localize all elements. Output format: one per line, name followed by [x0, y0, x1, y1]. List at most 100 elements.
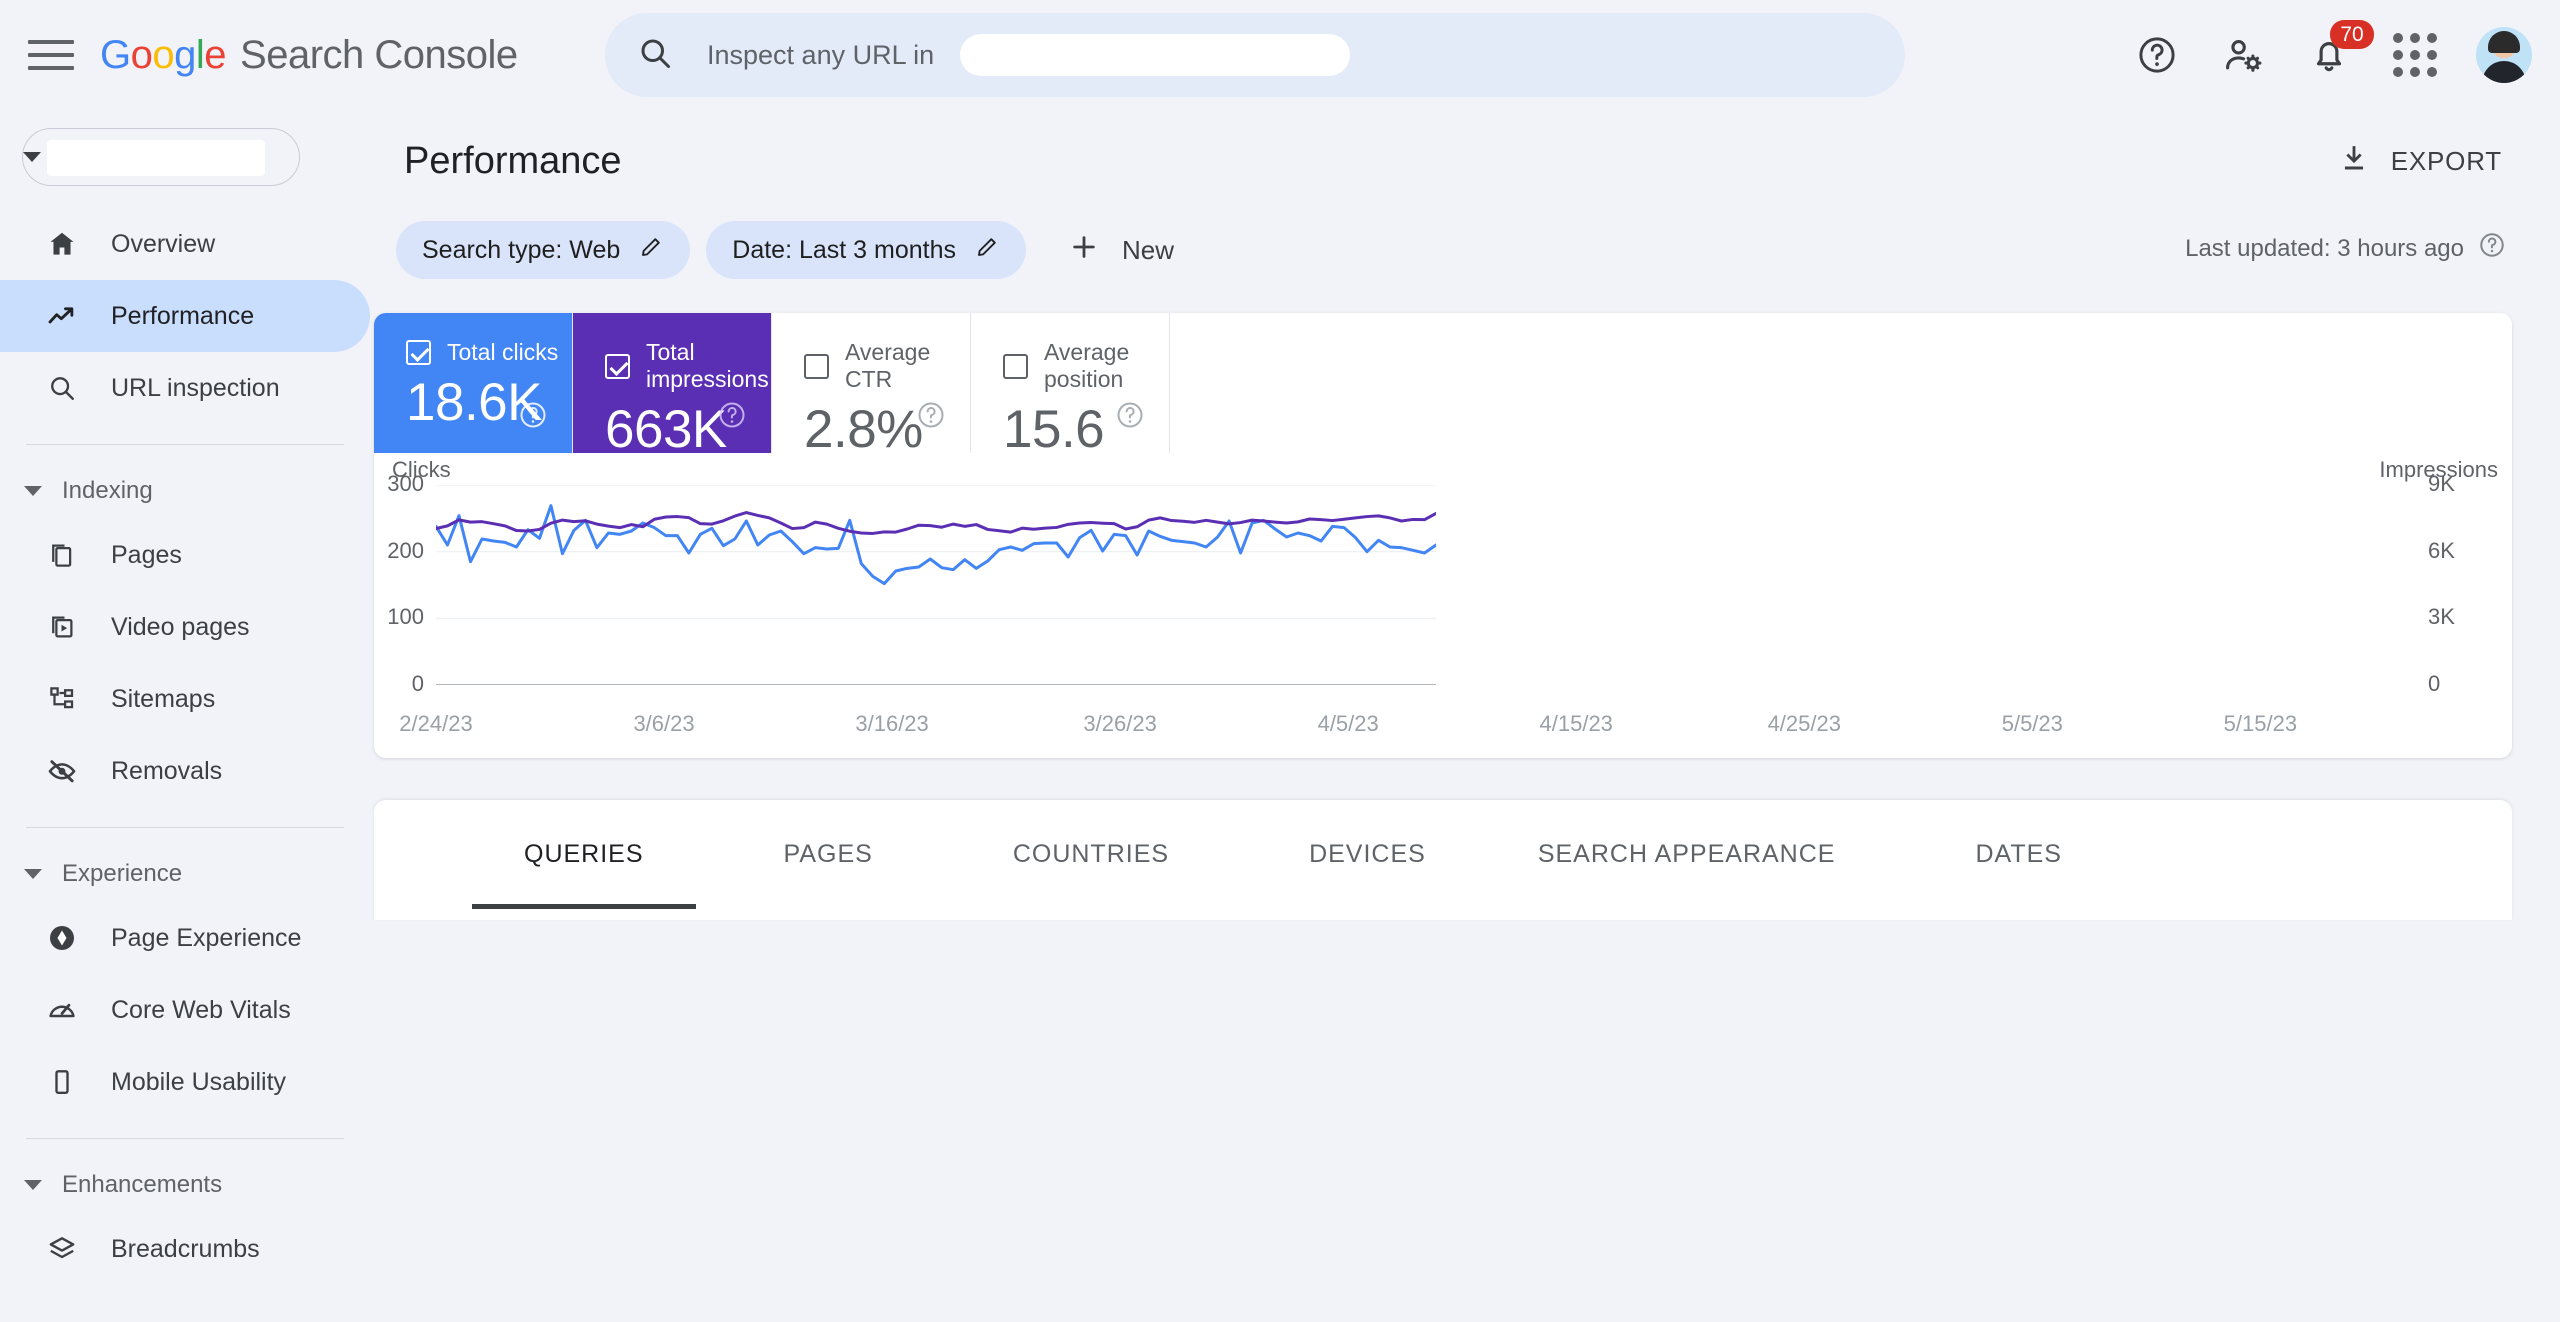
metric-tile-average-position[interactable]: Average position 15.6 [971, 313, 1170, 459]
metric-label: Total impressions [646, 339, 769, 392]
tab-dates[interactable]: DATES [1975, 840, 2062, 903]
metric-label: Average position [1044, 339, 1130, 392]
sidebar-item-core-web-vitals[interactable]: Core Web Vitals [0, 974, 370, 1046]
search-icon [637, 35, 673, 76]
metric-checkbox[interactable] [605, 353, 630, 379]
eye-off-icon [40, 755, 84, 787]
speedometer-icon [40, 994, 84, 1026]
metric-checkbox[interactable] [1003, 353, 1028, 379]
new-filter-button[interactable]: New [1068, 231, 1174, 270]
notification-count-badge: 70 [2330, 20, 2374, 49]
help-icon[interactable] [717, 400, 747, 435]
metric-label: Total clicks [447, 339, 559, 365]
tab-countries[interactable]: COUNTRIES [1013, 840, 1169, 903]
chart-line-clicks [436, 506, 1436, 584]
hamburger-menu-icon[interactable] [28, 37, 74, 73]
sidebar-item-page-experience[interactable]: Page Experience [0, 902, 370, 974]
page-experience-icon [40, 922, 84, 954]
sidebar-divider [26, 444, 344, 445]
sidebar-item-video-pages[interactable]: Video pages [0, 591, 370, 663]
sidebar-item-label: Core Web Vitals [111, 995, 291, 1024]
sidebar-item-removals[interactable]: Removals [0, 735, 370, 807]
chart-y2-tick: 3K [2428, 604, 2455, 630]
property-selector[interactable] [22, 128, 300, 186]
filter-bar: Search type: Web Date: Last 3 months New… [370, 183, 2560, 279]
sidebar-item-label: Removals [111, 756, 223, 785]
main-content: Performance EXPORT Search type: Web Date… [370, 110, 2560, 1322]
metric-tile-total-impressions[interactable]: Total impressions 663K [573, 313, 772, 459]
logo-letter: o [152, 32, 175, 77]
sidebar-item-label: Video pages [111, 612, 250, 641]
chart-x-tick: 5/15/23 [2223, 711, 2298, 736]
mobile-icon [40, 1067, 84, 1097]
metric-checkbox[interactable] [804, 353, 829, 379]
tab-devices[interactable]: DEVICES [1309, 840, 1426, 903]
export-button[interactable]: EXPORT [2337, 141, 2502, 182]
metric-tile-average-ctr[interactable]: Average CTR 2.8% [772, 313, 971, 459]
chart-y2-tick: 0 [2428, 671, 2441, 696]
metric-header: Total impressions [605, 339, 771, 393]
last-updated-label: Last updated: 3 hours ago [2185, 234, 2464, 262]
chart-y2-tick: 6K [2428, 537, 2455, 563]
help-icon[interactable] [2114, 12, 2200, 98]
sidebar-item-label: Overview [111, 229, 216, 258]
sidebar-group-enhancements[interactable]: Enhancements [0, 1157, 370, 1213]
url-inspection-search-bar[interactable]: Inspect any URL in [605, 13, 1905, 97]
sidebar-nav: Overview Performance URL inspection Inde… [0, 208, 370, 1285]
metric-header: Total clicks [406, 339, 572, 366]
sidebar-item-pages[interactable]: Pages [0, 519, 370, 591]
brand-logo: Google Search Console [100, 33, 518, 78]
sidebar-item-mobile-usability[interactable]: Mobile Usability [0, 1046, 370, 1118]
chart-x-tick: 4/5/23 [1317, 711, 1379, 736]
logo-letter: l [195, 32, 205, 77]
sidebar-item-url-inspection[interactable]: URL inspection [0, 352, 370, 424]
account-settings-icon[interactable] [2200, 12, 2286, 98]
pages-icon [40, 540, 84, 570]
sidebar-group-indexing[interactable]: Indexing [0, 463, 370, 519]
help-icon[interactable] [1115, 400, 1145, 435]
tab-queries[interactable]: QUERIES [472, 840, 695, 909]
tab-pages[interactable]: PAGES [784, 840, 873, 903]
chart-y2-tick: 9K [2428, 471, 2455, 496]
sidebar-divider [26, 827, 344, 828]
new-filter-label: New [1122, 234, 1175, 265]
apps-grid-icon[interactable] [2372, 12, 2458, 98]
help-icon[interactable] [518, 400, 548, 435]
sidebar-item-performance[interactable]: Performance [0, 280, 370, 352]
chart-x-tick: 3/26/23 [1083, 711, 1157, 736]
chart-x-tick: 4/15/23 [1539, 711, 1613, 736]
sidebar-item-overview[interactable]: Overview [0, 208, 370, 280]
pencil-icon [974, 234, 1000, 267]
page-header: Performance EXPORT [370, 110, 2560, 183]
redacted-property-name [47, 140, 265, 176]
sidebar-item-sitemaps[interactable]: Sitemaps [0, 663, 370, 735]
user-avatar[interactable] [2476, 27, 2532, 83]
metric-tile-total-clicks[interactable]: Total clicks 18.6K [374, 313, 573, 453]
sidebar-group-label: Experience [62, 860, 183, 887]
logo-letter: o [130, 32, 153, 77]
chevron-down-icon [24, 1180, 42, 1190]
sidebar-item-label: Pages [111, 540, 182, 569]
filter-chip-date[interactable]: Date: Last 3 months [706, 221, 1026, 279]
notifications-bell-icon[interactable]: 70 [2286, 12, 2374, 98]
metric-tiles-empty-space [1170, 313, 2512, 453]
sidebar-item-breadcrumbs[interactable]: Breadcrumbs [0, 1213, 370, 1285]
layers-icon [40, 1233, 84, 1265]
search-placeholder: Inspect any URL in [707, 39, 935, 70]
filter-chip-label: Date: Last 3 months [732, 235, 956, 264]
chevron-down-icon [24, 869, 42, 879]
help-icon[interactable] [916, 400, 946, 435]
export-label: EXPORT [2390, 146, 2502, 176]
metric-checkbox[interactable] [406, 340, 431, 365]
video-pages-icon [40, 612, 84, 642]
help-icon[interactable] [2478, 231, 2506, 266]
logo-letter: e [204, 32, 227, 77]
chart-y-tick: 100 [387, 604, 424, 630]
download-icon [2337, 141, 2371, 182]
search-icon [40, 373, 84, 403]
tab-search-appearance[interactable]: SEARCH APPEARANCE [1538, 840, 1836, 903]
performance-chart: Clicks Impressions 0 100 200 300 0 3K 6K 9K 2/… [374, 453, 2512, 758]
sidebar-group-experience[interactable]: Experience [0, 846, 370, 902]
chart-x-tick: 2/24/23 [399, 711, 473, 736]
filter-chip-search-type[interactable]: Search type: Web [396, 221, 691, 279]
